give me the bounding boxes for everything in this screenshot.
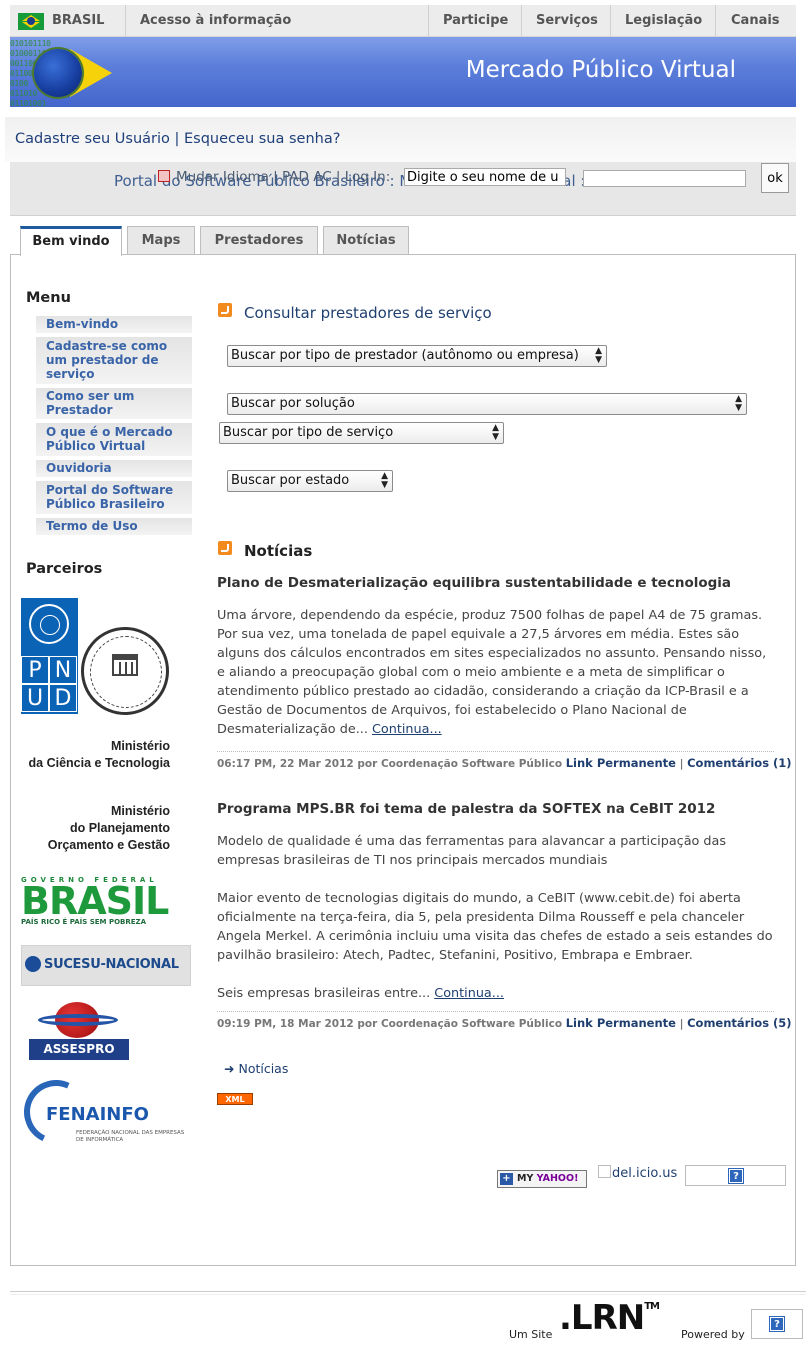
- language-icon: [158, 170, 170, 182]
- news-meta-1: 06:17 PM, 22 Mar 2012 por Coordenação So…: [217, 751, 792, 770]
- more-news-link[interactable]: ➜ Notícias: [224, 1061, 288, 1076]
- nav-legislacao[interactable]: Legislação: [625, 5, 702, 37]
- help-box[interactable]: ?: [685, 1165, 786, 1186]
- link-separator: |: [174, 131, 180, 147]
- mcti-logo[interactable]: Ministério da Ciência e Tecnologia: [20, 738, 170, 772]
- login-ok-button[interactable]: ok: [761, 163, 789, 193]
- arrow-right-icon: ➜: [224, 1061, 235, 1076]
- menu-item-cadastre-prestador[interactable]: Cadastre-se como um prestador de serviço: [36, 337, 192, 384]
- select-provider-type[interactable]: Buscar por tipo de prestador (autônomo o…: [227, 345, 607, 367]
- menu-item-termo-de-uso[interactable]: Termo de Uso: [36, 518, 192, 535]
- help-icon: ?: [769, 1316, 785, 1332]
- context-bar: Portal do Software Público Brasileiro : …: [10, 162, 796, 216]
- menu-item-ouvidoria[interactable]: Ouvidoria: [36, 460, 192, 477]
- menu-item-bem-vindo[interactable]: Bem-vindo: [36, 316, 192, 333]
- delicious-icon: [598, 1165, 611, 1178]
- delicious-link[interactable]: del.icio.us: [598, 1165, 677, 1181]
- comments-link-1[interactable]: Comentários (1): [687, 756, 791, 770]
- menu-item-portal-spb[interactable]: Portal do Software Público Brasileiro: [36, 481, 192, 514]
- powered-by-logo[interactable]: ?: [751, 1309, 803, 1339]
- brazil-flag-icon: [18, 13, 44, 30]
- sucesu-logo[interactable]: SUCESU-NACIONAL: [21, 945, 191, 986]
- tab-prestadores[interactable]: Prestadores: [200, 226, 318, 255]
- select-arrows-icon: ▲ ▼: [492, 423, 499, 442]
- um-site-label: Um Site: [509, 1328, 553, 1341]
- governo-federal-logo[interactable]: GOVERNO FEDERAL BRASIL PAÍS RICO É PAÍS …: [21, 876, 171, 930]
- comments-link-2[interactable]: Comentários (5): [687, 1016, 791, 1030]
- footer-divider: [10, 1291, 806, 1292]
- tab-bem-vindo[interactable]: Bem vindo: [20, 226, 122, 256]
- password-input[interactable]: [583, 170, 746, 187]
- username-input[interactable]: [404, 168, 566, 186]
- search-section-title: Consultar prestadores de serviço: [244, 304, 492, 322]
- brasil-link[interactable]: BRASIL: [52, 5, 104, 37]
- tab-noticias[interactable]: Notícias: [323, 226, 409, 255]
- access-info-link[interactable]: Acesso à informação: [140, 5, 291, 37]
- tab-maps[interactable]: Maps: [127, 226, 195, 255]
- news-headline-2[interactable]: Programa MPS.BR foi tema de palestra da …: [217, 801, 715, 817]
- assespro-logo[interactable]: ASSESPRO: [28, 1002, 130, 1060]
- sidebar-menu: Bem-vindo Cadastre-se como um prestador …: [36, 316, 192, 539]
- nav-participe[interactable]: Participe: [443, 5, 508, 37]
- select-arrows-icon: ▲ ▼: [381, 471, 388, 490]
- select-state[interactable]: Buscar por estado ▲ ▼: [227, 470, 393, 492]
- university-seal-logo[interactable]: [81, 627, 169, 715]
- dotlrn-logo[interactable]: .LRNTM: [559, 1298, 660, 1338]
- sucesu-icon: [25, 956, 41, 972]
- register-user-link[interactable]: Cadastre seu Usuário: [15, 131, 170, 147]
- undp-logo[interactable]: P N U D: [21, 598, 78, 714]
- gov-top-bar: BRASIL Acesso à informação Participe Ser…: [10, 5, 796, 37]
- fenainfo-logo[interactable]: FENAINFO FEDERAÇÃO NACIONAL DAS EMPRESAS…: [14, 1070, 186, 1154]
- news-meta-2: 09:19 PM, 18 Mar 2012 por Coordenação So…: [217, 1011, 792, 1030]
- nav-canais[interactable]: Canais: [731, 5, 780, 37]
- section-arrow-icon: [218, 303, 232, 317]
- partners-title: Parceiros: [26, 561, 103, 577]
- permalink-2[interactable]: Link Permanente: [566, 1016, 676, 1030]
- mpog-logo[interactable]: Ministério do Planejamento Orçamento e G…: [20, 803, 170, 854]
- site-title: Mercado Público Virtual: [465, 57, 736, 83]
- help-icon[interactable]: ?: [728, 1168, 744, 1184]
- menu-title: Menu: [26, 290, 71, 306]
- news-body-2: Modelo de qualidade é uma das ferramenta…: [217, 834, 773, 1001]
- globe-logo-icon: [34, 49, 82, 97]
- select-arrows-icon: ▲ ▼: [735, 394, 742, 413]
- user-bar: Cadastre seu Usuário | Esqueceu sua senh…: [5, 117, 796, 162]
- un-emblem-icon: [29, 604, 69, 644]
- select-solution[interactable]: Buscar por solução ▲ ▼: [227, 393, 747, 415]
- permalink-1[interactable]: Link Permanente: [566, 756, 676, 770]
- footer-divider-shadow: [10, 1294, 806, 1295]
- continue-link-2[interactable]: Continua...: [434, 986, 504, 1001]
- nav-servicos[interactable]: Serviços: [536, 5, 598, 37]
- continue-link-1[interactable]: Continua...: [372, 722, 442, 737]
- select-arrows-icon: ▲ ▼: [595, 346, 602, 365]
- site-banner: 010101110 01000110 0011001 01100 0100 01…: [10, 37, 796, 108]
- login-links[interactable]: Mudar Idioma | PAD AC | Log In:: [158, 169, 390, 185]
- plus-icon: +: [500, 1173, 513, 1185]
- menu-item-o-que-e[interactable]: O que é o Mercado Público Virtual: [36, 423, 192, 456]
- select-service-type[interactable]: Buscar por tipo de serviço ▲ ▼: [219, 422, 504, 444]
- news-section-title: Notícias: [244, 542, 313, 560]
- menu-item-como-ser-prestador[interactable]: Como ser um Prestador: [36, 388, 192, 419]
- add-to-my-yahoo-button[interactable]: + MY YAHOO!: [497, 1170, 587, 1188]
- xml-feed-badge[interactable]: XML: [217, 1093, 253, 1105]
- section-arrow-icon: [218, 541, 232, 555]
- forgot-password-link[interactable]: Esqueceu sua senha?: [184, 131, 340, 147]
- news-body-1: Uma árvore, dependendo da espécie, produ…: [217, 608, 767, 737]
- powered-by-label: Powered by: [681, 1328, 745, 1341]
- news-headline-1[interactable]: Plano de Desmaterialização equilibra sus…: [217, 575, 731, 591]
